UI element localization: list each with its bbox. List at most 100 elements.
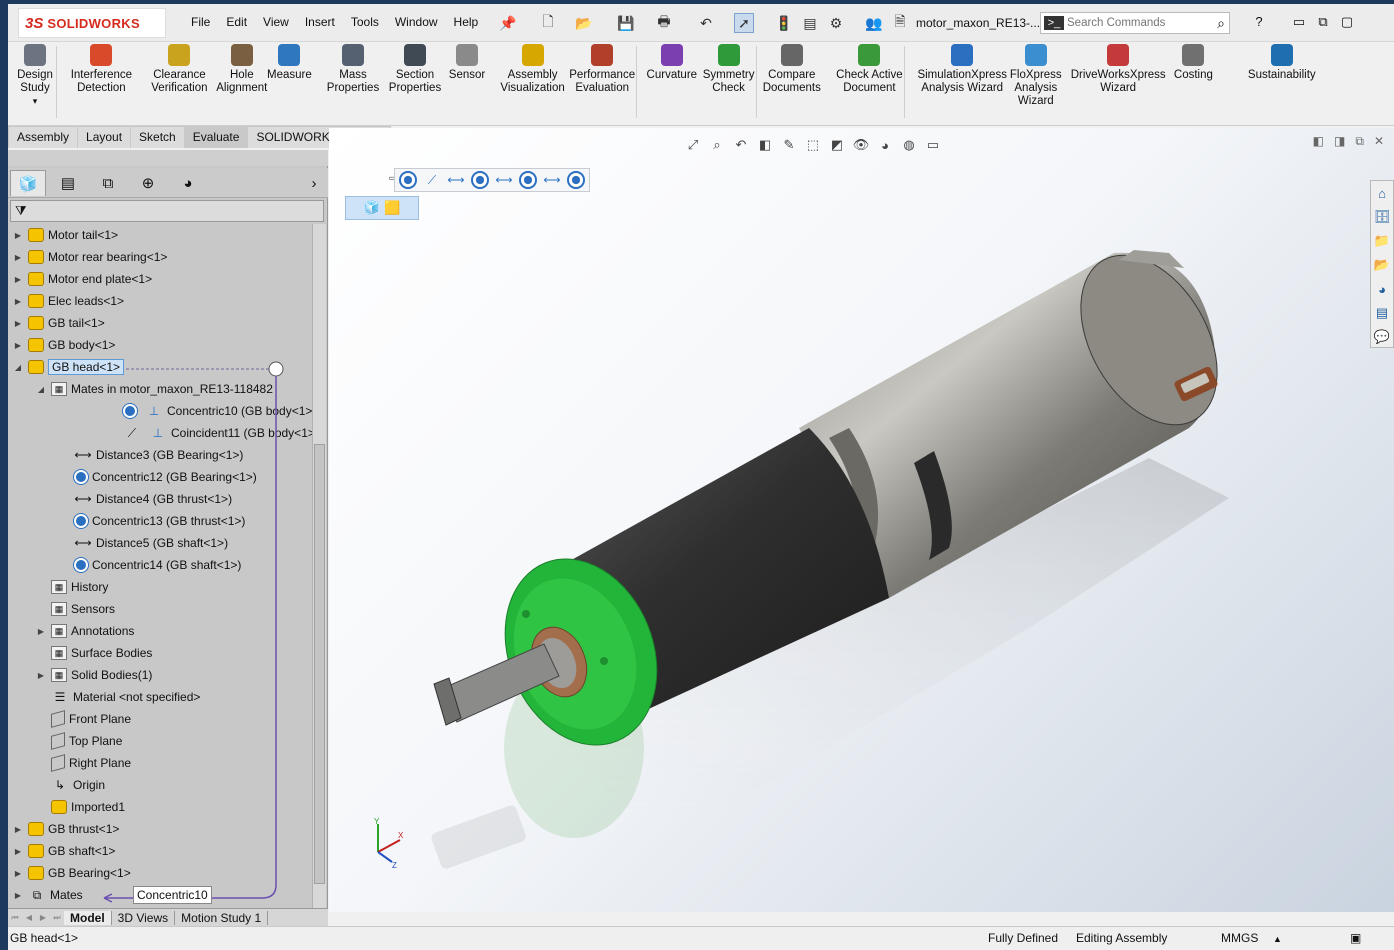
- prev-tab-icon[interactable]: ◀: [22, 913, 36, 922]
- expand-arrow-icon[interactable]: ▶: [12, 231, 24, 240]
- tree-item[interactable]: ▶ ▦ Annotations: [35, 620, 134, 642]
- tree-item[interactable]: ▶ GB shaft<1>: [12, 840, 115, 862]
- command-performance-button[interactable]: Performance Evaluation: [564, 44, 640, 95]
- menu-edit[interactable]: Edit: [218, 15, 255, 29]
- expand-arrow-icon[interactable]: ▶: [12, 825, 24, 834]
- tree-item[interactable]: ▦ History: [35, 576, 108, 598]
- tree-item[interactable]: ▶ Motor tail<1>: [12, 224, 118, 246]
- motor-model[interactable]: [329, 128, 1394, 912]
- tree-item[interactable]: ⟷ Distance5 (GB shaft<1>): [58, 532, 228, 554]
- bottom-tab-3d-views[interactable]: 3D Views: [112, 910, 176, 925]
- restore-button[interactable]: ⧉: [1314, 14, 1332, 30]
- command-clearance-button[interactable]: Clearance Verification: [138, 44, 221, 95]
- graphics-area[interactable]: ⤢ ⌕ ↶ ◧ ✎ ⬚ ◩ 👁 ◕ ◍ ▭ ◧ ◨ ⧉ ✕ ⇨ ⟋ ⟷ ⟷ ⟷: [329, 128, 1394, 912]
- maximize-button[interactable]: ▢: [1338, 14, 1356, 30]
- command-sustainability-button[interactable]: Sustainability: [1234, 44, 1330, 82]
- property-manager-tab-icon[interactable]: ▤: [50, 170, 86, 196]
- tree-item[interactable]: Concentric13 (GB thrust<1>): [58, 510, 245, 532]
- command-design-button[interactable]: Design Study ▾: [12, 44, 58, 108]
- new-document-icon[interactable]: 🗋: [538, 13, 558, 33]
- status-units[interactable]: MMGS: [1221, 931, 1258, 945]
- expand-arrow-icon[interactable]: ▶: [12, 297, 24, 306]
- panel-splitter[interactable]: [8, 150, 328, 166]
- search-commands-box[interactable]: >_ ⌕: [1040, 12, 1230, 34]
- command-costing-button[interactable]: Costing: [1168, 44, 1219, 82]
- tree-item[interactable]: ☰ Material <not specified>: [35, 686, 201, 708]
- command-interference-button[interactable]: Interference Detection: [60, 44, 143, 95]
- tree-item[interactable]: Concentric12 (GB Bearing<1>): [58, 466, 257, 488]
- tree-item[interactable]: ▶ GB Bearing<1>: [12, 862, 131, 884]
- tree-item[interactable]: ▦ Sensors: [35, 598, 115, 620]
- tree-item[interactable]: Imported1: [35, 796, 125, 818]
- command-mass-button[interactable]: Mass Properties: [318, 44, 388, 95]
- tree-item[interactable]: ▶ GB thrust<1>: [12, 818, 119, 840]
- tree-item[interactable]: ⟷ Distance4 (GB thrust<1>): [58, 488, 232, 510]
- tree-item[interactable]: ▶ ▦ Solid Bodies(1): [35, 664, 152, 686]
- tree-scrollbar[interactable]: [312, 224, 326, 910]
- display-manager-tab-icon[interactable]: ◕: [170, 170, 206, 196]
- bottom-tab-model[interactable]: Model: [64, 910, 112, 925]
- command-simulationxpress-button[interactable]: SimulationXpress Analysis Wizard: [908, 44, 1016, 95]
- command-compare-button[interactable]: Compare Documents: [760, 44, 824, 95]
- expand-arrow-icon[interactable]: ▶: [12, 869, 24, 878]
- command-curvature-button[interactable]: Curvature: [640, 44, 704, 82]
- command-driveworksxpress-button[interactable]: DriveWorksXpress Wizard: [1064, 44, 1172, 95]
- appearances-icon[interactable]: ◕: [1372, 279, 1392, 299]
- tree-item[interactable]: ▦ Surface Bodies: [35, 642, 152, 664]
- dimxpert-manager-tab-icon[interactable]: ⊕: [130, 170, 166, 196]
- file-properties-icon[interactable]: ▤: [800, 13, 820, 33]
- tree-item[interactable]: Right Plane: [35, 752, 131, 774]
- design-library-icon[interactable]: 📁: [1372, 231, 1392, 251]
- menu-view[interactable]: View: [255, 15, 297, 29]
- tree-item[interactable]: ▶ Motor end plate<1>: [12, 268, 152, 290]
- help-button[interactable]: ?: [1250, 14, 1268, 30]
- command-section-button[interactable]: Section Properties: [380, 44, 450, 95]
- bottom-tab-motion-study-1[interactable]: Motion Study 1: [175, 910, 269, 925]
- tree-item[interactable]: ▶ Motor rear bearing<1>: [12, 246, 167, 268]
- command-floxpress-button[interactable]: FloXpress Analysis Wizard: [1004, 44, 1068, 108]
- tree-item[interactable]: ▶ GB body<1>: [12, 334, 115, 356]
- print-icon[interactable]: 🖶: [654, 13, 674, 33]
- tree-item[interactable]: Top Plane: [35, 730, 122, 752]
- select-icon[interactable]: ➚: [734, 13, 754, 33]
- tree-item[interactable]: ▶ Elec leads<1>: [12, 290, 124, 312]
- chevron-right-icon[interactable]: ›: [304, 170, 324, 196]
- resources-icon[interactable]: 🗄: [1372, 207, 1392, 227]
- menu-insert[interactable]: Insert: [297, 15, 343, 29]
- dropdown-arrow-icon[interactable]: ▾: [33, 95, 38, 108]
- rebuild-icon[interactable]: 🚦: [774, 13, 794, 33]
- expand-arrow-icon[interactable]: ▶: [35, 671, 47, 680]
- tab-assembly[interactable]: Assembly: [8, 126, 79, 148]
- expand-arrow-icon[interactable]: ◢: [35, 385, 47, 394]
- tree-item[interactable]: ▶ ⧉ Mates: [12, 884, 83, 906]
- undo-icon[interactable]: ↶: [696, 13, 716, 33]
- tree-item[interactable]: ◢ ▦ Mates in motor_maxon_RE13-118482: [35, 378, 273, 400]
- tree-item[interactable]: Concentric14 (GB shaft<1>): [58, 554, 241, 576]
- solidworks-logo[interactable]: 3S SOLIDWORKS: [18, 8, 166, 38]
- expand-arrow-icon[interactable]: ▶: [12, 253, 24, 262]
- feature-manager-tab-icon[interactable]: 🧊: [10, 170, 46, 196]
- tree-item[interactable]: ◢ GB head<1>: [12, 356, 125, 378]
- expand-arrow-icon[interactable]: ▶: [12, 847, 24, 856]
- expand-arrow-icon[interactable]: ▶: [12, 319, 24, 328]
- tree-filter[interactable]: ⧩: [10, 200, 324, 222]
- menu-help[interactable]: Help: [446, 15, 487, 29]
- status-bar-button-icon[interactable]: ▣: [1350, 931, 1361, 945]
- menu-file[interactable]: File: [183, 15, 218, 29]
- tab-layout[interactable]: Layout: [77, 126, 132, 148]
- minimize-button[interactable]: ▭: [1290, 14, 1308, 30]
- pin-icon[interactable]: 📌: [498, 13, 518, 33]
- search-input[interactable]: [1067, 17, 1197, 29]
- expand-arrow-icon[interactable]: ▶: [35, 627, 47, 636]
- tree-item[interactable]: ⊥ Concentric10 (GB body<1>): [81, 400, 312, 422]
- command-sensor-button[interactable]: Sensor: [444, 44, 490, 82]
- custom-properties-icon[interactable]: ▤: [1372, 303, 1392, 323]
- tab-evaluate[interactable]: Evaluate: [183, 126, 249, 148]
- filter-icon[interactable]: ⧩: [15, 203, 27, 219]
- next-tab-icon[interactable]: ▶: [36, 913, 50, 922]
- units-dropdown-icon[interactable]: ▲: [1273, 934, 1282, 944]
- search-icon[interactable]: ⌕: [1217, 15, 1225, 32]
- tree-item[interactable]: ⟷ Distance3 (GB Bearing<1>): [58, 444, 243, 466]
- scrollbar-thumb[interactable]: [314, 444, 325, 884]
- home-icon[interactable]: ⌂: [1372, 183, 1392, 203]
